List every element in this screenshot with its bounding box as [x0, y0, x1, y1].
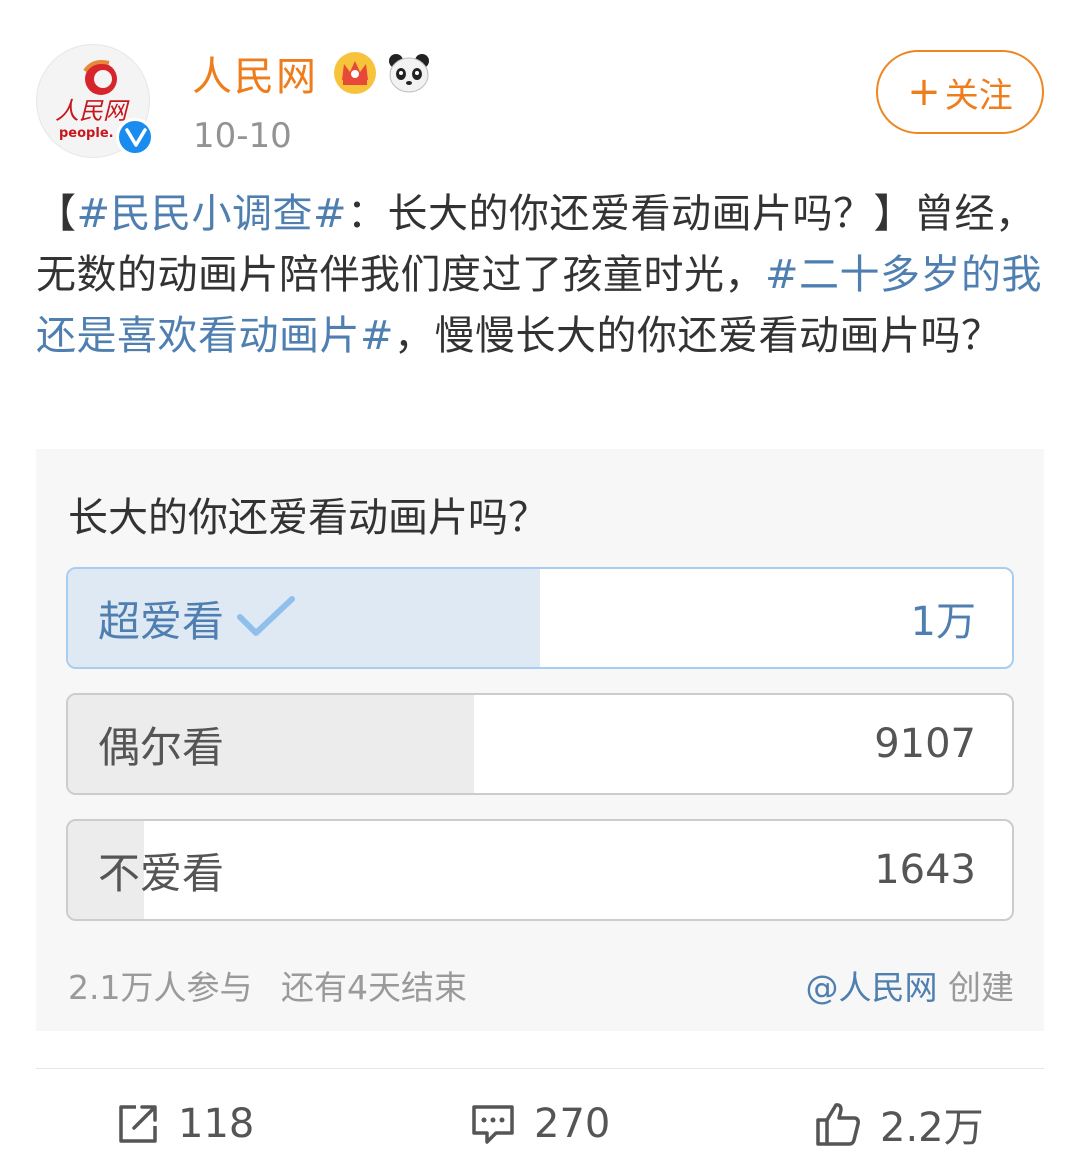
poll-option-label: 偶尔看 [98, 722, 225, 772]
poll-option-count: 1万 [910, 599, 976, 645]
checkmark-icon [237, 596, 296, 636]
bracket-open: 【 [36, 191, 77, 237]
like-count: 2.2万 [880, 1105, 984, 1151]
follow-label: 关注 [944, 75, 1013, 116]
comment-count: 270 [534, 1101, 611, 1147]
poll-remaining: 还有4天结束 [280, 968, 467, 1007]
name-row: 人民网 [192, 46, 432, 100]
post-text: 【#民民小调查#：长大的你还爱看动画片吗？】曾经，无数的动画片陪伴我们度过了孩童… [36, 184, 1046, 367]
repost-button[interactable]: 118 [116, 1096, 254, 1152]
poll-option-2[interactable]: 偶尔看 9107 [66, 693, 1014, 795]
poll-option-3[interactable]: 不爱看 1643 [66, 819, 1014, 921]
poll-stats: 2.1万人参与 还有4天结束 [68, 961, 467, 1009]
poll-participants: 2.1万人参与 [68, 968, 253, 1007]
poll-creator-line: @人民网 创建 [806, 961, 1015, 1009]
verified-v-icon [116, 118, 154, 156]
avatar[interactable]: 人民网 people. [36, 44, 154, 158]
topic-tag-survey[interactable]: #民民小调查# [77, 191, 348, 237]
svg-text:人民网: 人民网 [55, 97, 130, 125]
divider [36, 1068, 1044, 1069]
post-body-2: ，慢慢长大的你还爱看动画片吗？ [394, 313, 1002, 359]
post-date: 10-10 [193, 116, 292, 156]
poll-option-label: 超爱看 [98, 596, 225, 646]
poll-card: 长大的你还爱看动画片吗？ 超爱看 1万 偶尔看 9107 不爱看 1643 2.… [36, 449, 1044, 1031]
repost-count: 118 [178, 1101, 255, 1147]
poll-question: 长大的你还爱看动画片吗？ [68, 495, 548, 541]
comment-button[interactable]: 270 [470, 1096, 610, 1152]
thumbs-up-icon [816, 1103, 860, 1146]
panda-badge-icon[interactable] [386, 50, 432, 96]
svg-text:people.: people. [59, 126, 114, 141]
poll-option-count: 9107 [874, 721, 976, 767]
repost-icon [119, 1105, 157, 1143]
poll-option-label: 不爱看 [98, 848, 225, 898]
poll-option-1[interactable]: 超爱看 1万 [66, 567, 1014, 669]
poll-creator-suffix: 创建 [937, 968, 1014, 1007]
plus-icon: + [907, 69, 941, 115]
username[interactable]: 人民网 [192, 44, 318, 102]
poll-option-count: 1643 [874, 847, 976, 893]
comment-icon [472, 1105, 514, 1144]
follow-button[interactable]: + 关注 [876, 50, 1044, 134]
poll-creator-link[interactable]: @人民网 [806, 968, 938, 1007]
like-button[interactable]: 2.2万 [814, 1096, 984, 1152]
crown-badge-icon[interactable] [332, 50, 378, 96]
